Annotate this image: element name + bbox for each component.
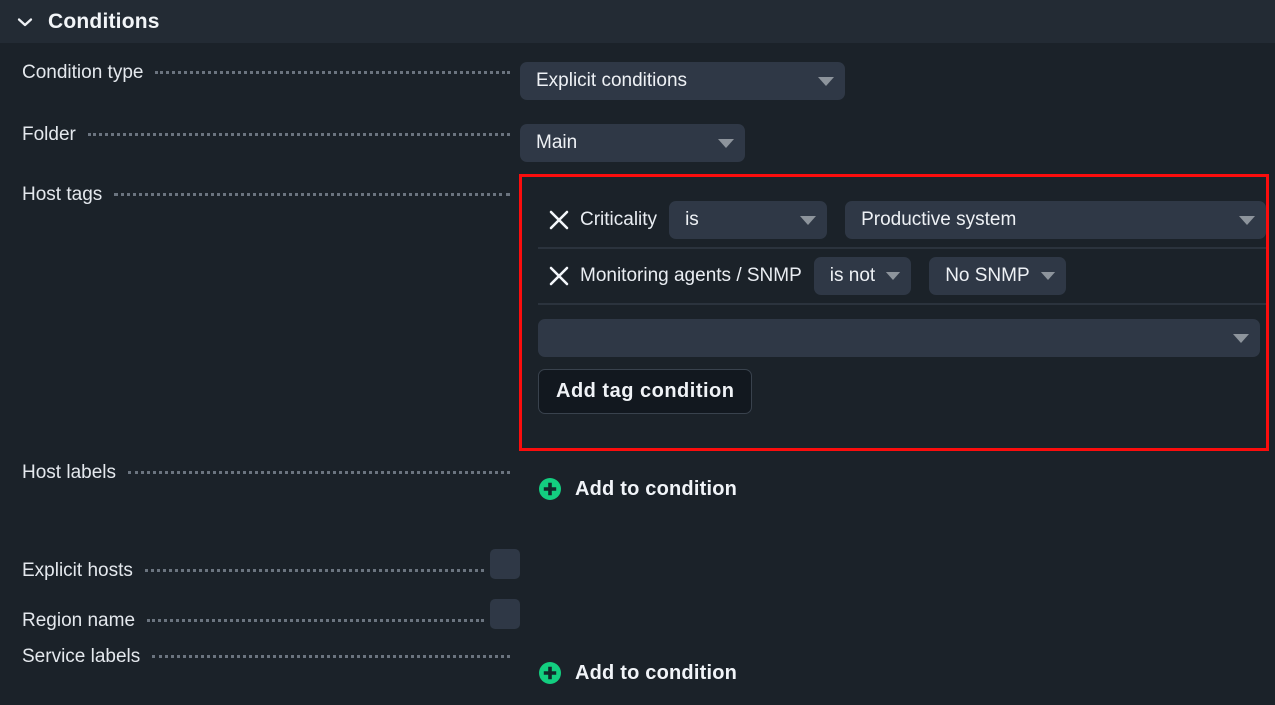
chevron-down-icon[interactable] xyxy=(1030,271,1056,281)
table-row: Monitoring agents / SNMP is not No SNMP xyxy=(538,249,1266,305)
explicit-hosts-label: Explicit hosts xyxy=(22,560,133,582)
chevron-down-icon[interactable] xyxy=(1214,333,1250,344)
region-name-checkbox[interactable] xyxy=(490,599,520,629)
leader-dots xyxy=(114,192,510,196)
leader-dots xyxy=(152,654,510,658)
tag-name: Monitoring agents / SNMP xyxy=(580,265,802,287)
page-title: Conditions xyxy=(48,10,160,34)
host-tags-box: Criticality is Productive system xyxy=(538,184,1266,414)
service-labels-label: Service labels xyxy=(22,646,140,668)
label-host-tags: Host tags xyxy=(0,184,520,206)
add-to-condition-label: Add to condition xyxy=(575,478,737,501)
tag-operator-dropdown[interactable]: is not xyxy=(814,257,911,295)
chevron-down-icon[interactable] xyxy=(1220,215,1256,226)
condition-type-dropdown[interactable]: Explicit conditions xyxy=(520,62,845,100)
plus-circle-icon xyxy=(538,661,562,685)
tag-operator-value: is not xyxy=(830,265,875,287)
condition-type-value: Explicit conditions xyxy=(536,70,687,92)
folder-value: Main xyxy=(536,132,577,154)
row-region-name: Region name xyxy=(0,596,1275,632)
field-condition-type: Explicit conditions xyxy=(520,62,1275,100)
host-tags-label: Host tags xyxy=(22,184,102,206)
tag-operator-value: is xyxy=(685,209,699,231)
chevron-down-icon[interactable] xyxy=(875,271,901,281)
leader-dots xyxy=(88,132,510,136)
close-icon[interactable] xyxy=(538,208,580,232)
leader-dots xyxy=(155,70,510,74)
tag-value-dropdown[interactable]: Productive system xyxy=(845,201,1266,239)
folder-label: Folder xyxy=(22,124,76,146)
field-folder: Main xyxy=(520,124,1275,162)
leader-dots xyxy=(128,470,510,474)
tag-name: Criticality xyxy=(580,209,657,231)
condition-type-label: Condition type xyxy=(22,62,143,84)
label-region-name: Region name xyxy=(0,596,520,632)
tag-value: No SNMP xyxy=(945,265,1029,287)
add-tag-condition-button[interactable]: Add tag condition xyxy=(538,369,752,414)
tag-operator-dropdown[interactable]: is xyxy=(669,201,827,239)
label-folder: Folder xyxy=(0,124,520,146)
host-labels-label: Host labels xyxy=(22,462,116,484)
conditions-form: Condition type Explicit conditions Folde… xyxy=(0,62,1275,690)
field-host-labels: Add to condition xyxy=(520,462,1275,506)
leader-dots xyxy=(147,618,484,622)
explicit-hosts-checkbox[interactable] xyxy=(490,549,520,579)
label-condition-type: Condition type xyxy=(0,62,520,84)
tag-value-dropdown[interactable]: No SNMP xyxy=(929,257,1065,295)
new-tag-dropdown[interactable] xyxy=(538,319,1260,357)
tag-value: Productive system xyxy=(861,209,1016,231)
row-host-labels: Host labels Add to condition xyxy=(0,462,1275,506)
field-host-tags: Criticality is Productive system xyxy=(520,184,1275,414)
label-host-labels: Host labels xyxy=(0,462,520,484)
chevron-down-icon[interactable] xyxy=(14,11,36,33)
add-to-condition-host-labels[interactable]: Add to condition xyxy=(538,477,737,501)
field-service-labels: Add to condition xyxy=(520,646,1275,690)
row-folder: Folder Main xyxy=(0,124,1275,162)
row-explicit-hosts: Explicit hosts xyxy=(0,546,1275,582)
add-to-condition-service-labels[interactable]: Add to condition xyxy=(538,661,737,685)
conditions-section-header[interactable]: Conditions xyxy=(0,0,1275,43)
add-to-condition-label: Add to condition xyxy=(575,662,737,685)
row-host-tags: Host tags Criticality is xyxy=(0,184,1275,414)
chevron-down-icon[interactable] xyxy=(799,76,835,87)
row-condition-type: Condition type Explicit conditions xyxy=(0,62,1275,100)
table-row: Criticality is Productive system xyxy=(538,193,1266,249)
row-service-labels: Service labels Add to condition xyxy=(0,646,1275,690)
chevron-down-icon[interactable] xyxy=(699,138,735,149)
close-icon[interactable] xyxy=(538,264,580,288)
folder-dropdown[interactable]: Main xyxy=(520,124,745,162)
new-tag-row xyxy=(538,305,1266,361)
leader-dots xyxy=(145,568,484,572)
region-name-label: Region name xyxy=(22,610,135,632)
label-service-labels: Service labels xyxy=(0,646,520,668)
plus-circle-icon xyxy=(538,477,562,501)
chevron-down-icon[interactable] xyxy=(781,215,817,226)
label-explicit-hosts: Explicit hosts xyxy=(0,546,520,582)
